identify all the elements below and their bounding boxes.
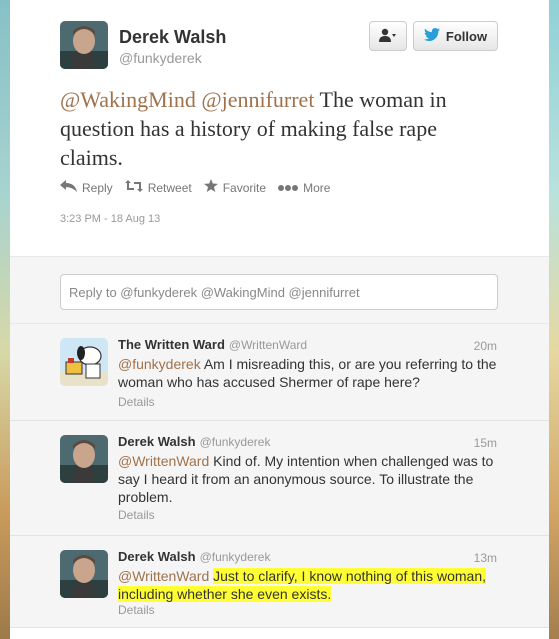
tweet-timestamp[interactable]: 3:23 PM - 18 Aug 13: [60, 213, 160, 225]
star-icon: [203, 179, 218, 196]
mention-link[interactable]: @jennifurret: [201, 87, 314, 112]
mention-link[interactable]: @WrittenWard: [118, 568, 209, 584]
reply-time[interactable]: 20m: [474, 339, 497, 353]
tweet-text: @WakingMind @jennifurret The woman in qu…: [60, 85, 500, 172]
author-handle[interactable]: @funkyderek: [119, 50, 202, 66]
reply-author-name: The Written Ward: [118, 337, 225, 352]
retweet-label: Retweet: [147, 180, 192, 195]
user-actions-button[interactable]: [369, 21, 407, 51]
reply-action[interactable]: Reply: [60, 179, 113, 196]
main-tweet: Derek Walsh @funkyderek Follow @WakingMi…: [10, 0, 549, 256]
mention-link[interactable]: @WakingMind: [60, 87, 196, 112]
reply-area: Reply to @funkyderek @WakingMind @jennif…: [10, 256, 549, 324]
more-label: More: [303, 180, 331, 195]
tweet-actions: Reply Retweet Favorite More: [60, 179, 342, 196]
follow-label: Follow: [445, 28, 488, 44]
tweet-panel: Derek Walsh @funkyderek Follow @WakingMi…: [10, 0, 549, 639]
avatar[interactable]: [60, 435, 108, 483]
reply-author[interactable]: Derek Walsh @funkyderek: [118, 549, 270, 564]
reply-author[interactable]: Derek Walsh @funkyderek: [118, 434, 270, 449]
favorite-action[interactable]: Favorite: [203, 179, 267, 196]
user-icon: [379, 28, 397, 45]
reply-details-link[interactable]: Details: [118, 603, 155, 617]
reply-author-handle: @funkyderek: [199, 435, 271, 449]
avatar[interactable]: [60, 21, 108, 69]
reply-author-handle: @funkyderek: [199, 550, 271, 564]
reply-tweet[interactable]: Derek Walsh @funkyderek 15m @WrittenWard …: [10, 421, 549, 536]
reply-author[interactable]: The Written Ward @WrittenWard: [118, 337, 307, 352]
retweet-icon: [124, 179, 143, 196]
reply-tweet[interactable]: Derek Walsh @funkyderek 13m @WrittenWard …: [10, 536, 549, 628]
reply-text: @WrittenWard Just to clarify, I know not…: [118, 567, 503, 603]
background-left: [0, 0, 10, 639]
reply-author-name: Derek Walsh: [118, 549, 196, 564]
favorite-label: Favorite: [222, 180, 267, 195]
more-action[interactable]: More: [278, 179, 330, 196]
reply-tweet[interactable]: The Written Ward @WrittenWard 20m @funkyd…: [10, 324, 549, 421]
avatar[interactable]: [60, 338, 108, 386]
reply-label: Reply: [82, 180, 113, 195]
reply-time[interactable]: 15m: [474, 436, 497, 450]
more-dots-icon: [278, 179, 299, 196]
reply-author-name: Derek Walsh: [118, 434, 196, 449]
reply-author-handle: @WrittenWard: [228, 338, 308, 352]
reply-text: @funkyderek Am I misreading this, or are…: [118, 355, 503, 391]
retweet-action[interactable]: Retweet: [124, 179, 192, 196]
author-name[interactable]: Derek Walsh: [119, 27, 226, 48]
reply-details-link[interactable]: Details: [118, 395, 155, 409]
mention-link[interactable]: @funkyderek: [118, 356, 201, 372]
reply-time[interactable]: 13m: [474, 551, 497, 565]
background-right: [549, 0, 559, 639]
twitter-bird-icon: [423, 27, 440, 45]
reply-icon: [60, 179, 77, 196]
mention-link[interactable]: @WrittenWard: [118, 453, 209, 469]
reply-details-link[interactable]: Details: [118, 508, 155, 522]
follow-button[interactable]: Follow: [413, 21, 498, 51]
reply-text: @WrittenWard Kind of. My intention when …: [118, 452, 503, 506]
avatar[interactable]: [60, 550, 108, 598]
reply-input[interactable]: Reply to @funkyderek @WakingMind @jennif…: [60, 274, 498, 310]
